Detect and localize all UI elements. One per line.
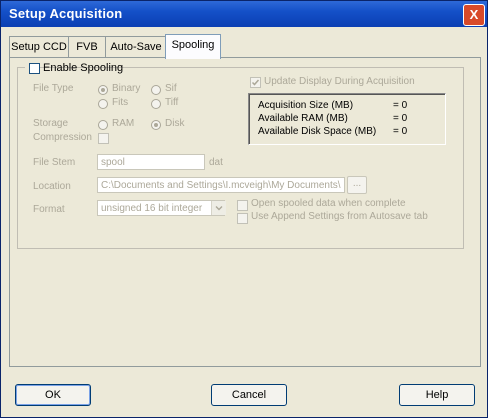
file-stem-input[interactable]: spool	[97, 154, 205, 170]
close-icon: X	[469, 7, 479, 22]
disk-option-label: Disk	[165, 118, 185, 129]
file-stem-extension: dat	[209, 157, 223, 168]
tab-spooling[interactable]: Spooling	[165, 34, 221, 59]
browse-location-button[interactable]: ...	[347, 176, 367, 194]
location-input[interactable]: C:\Documents and Settings\I.mcveigh\My D…	[97, 177, 345, 193]
format-select[interactable]: unsigned 16 bit integer	[97, 200, 225, 216]
cancel-button[interactable]: Cancel	[211, 384, 287, 406]
setup-acquisition-dialog: Setup Acquisition X Setup CCD FVB Auto-S…	[0, 0, 488, 418]
acquisition-size-value: = 0	[393, 100, 408, 111]
format-label: Format	[33, 204, 65, 215]
sif-radio[interactable]	[151, 85, 161, 95]
ok-button[interactable]: OK	[15, 384, 91, 406]
binary-radio[interactable]	[98, 85, 108, 95]
file-stem-label: File Stem	[33, 157, 76, 168]
tab-auto-save[interactable]: Auto-Save	[105, 36, 167, 58]
help-button[interactable]: Help	[399, 384, 475, 406]
tiff-radio[interactable]	[151, 99, 161, 109]
sif-option-label: Sif	[165, 83, 177, 94]
tab-setup-ccd[interactable]: Setup CCD	[9, 36, 69, 58]
format-selected-value: unsigned 16 bit integer	[101, 203, 203, 214]
tab-fvb[interactable]: FVB	[68, 36, 106, 58]
fits-option-label: Fits	[112, 97, 129, 108]
binary-option-label: Binary	[112, 83, 141, 94]
location-label: Location	[33, 181, 71, 192]
format-dropdown-arrow[interactable]	[211, 201, 226, 215]
fits-radio[interactable]	[98, 99, 108, 109]
compression-checkbox[interactable]	[98, 133, 109, 144]
storage-label: Storage	[33, 118, 69, 129]
available-disk-label: Available Disk Space (MB)	[258, 126, 377, 137]
open-spooled-checkbox[interactable]	[237, 200, 248, 211]
ram-radio[interactable]	[98, 120, 108, 130]
available-ram-value: = 0	[393, 113, 408, 124]
use-append-label: Use Append Settings from Autosave tab	[251, 211, 428, 222]
update-display-checkbox[interactable]	[250, 77, 261, 88]
title-bar[interactable]: Setup Acquisition X	[1, 1, 487, 27]
tiff-option-label: Tiff	[165, 97, 179, 108]
window-title: Setup Acquisition	[9, 6, 123, 21]
disk-radio[interactable]	[151, 120, 161, 130]
checkmark-icon	[251, 79, 260, 86]
ram-option-label: RAM	[112, 118, 135, 129]
acquisition-info-box: Acquisition Size (MB) = 0 Available RAM …	[248, 93, 446, 145]
file-type-label: File Type	[33, 83, 74, 94]
close-button[interactable]: X	[463, 4, 485, 26]
update-display-label: Update Display During Acquisition	[264, 76, 415, 87]
open-spooled-label: Open spooled data when complete	[251, 198, 406, 209]
chevron-down-icon	[215, 206, 223, 211]
available-disk-value: = 0	[393, 126, 408, 137]
available-ram-label: Available RAM (MB)	[258, 113, 348, 124]
compression-label: Compression	[33, 132, 92, 143]
acquisition-size-label: Acquisition Size (MB)	[258, 100, 354, 111]
use-append-checkbox[interactable]	[237, 213, 248, 224]
